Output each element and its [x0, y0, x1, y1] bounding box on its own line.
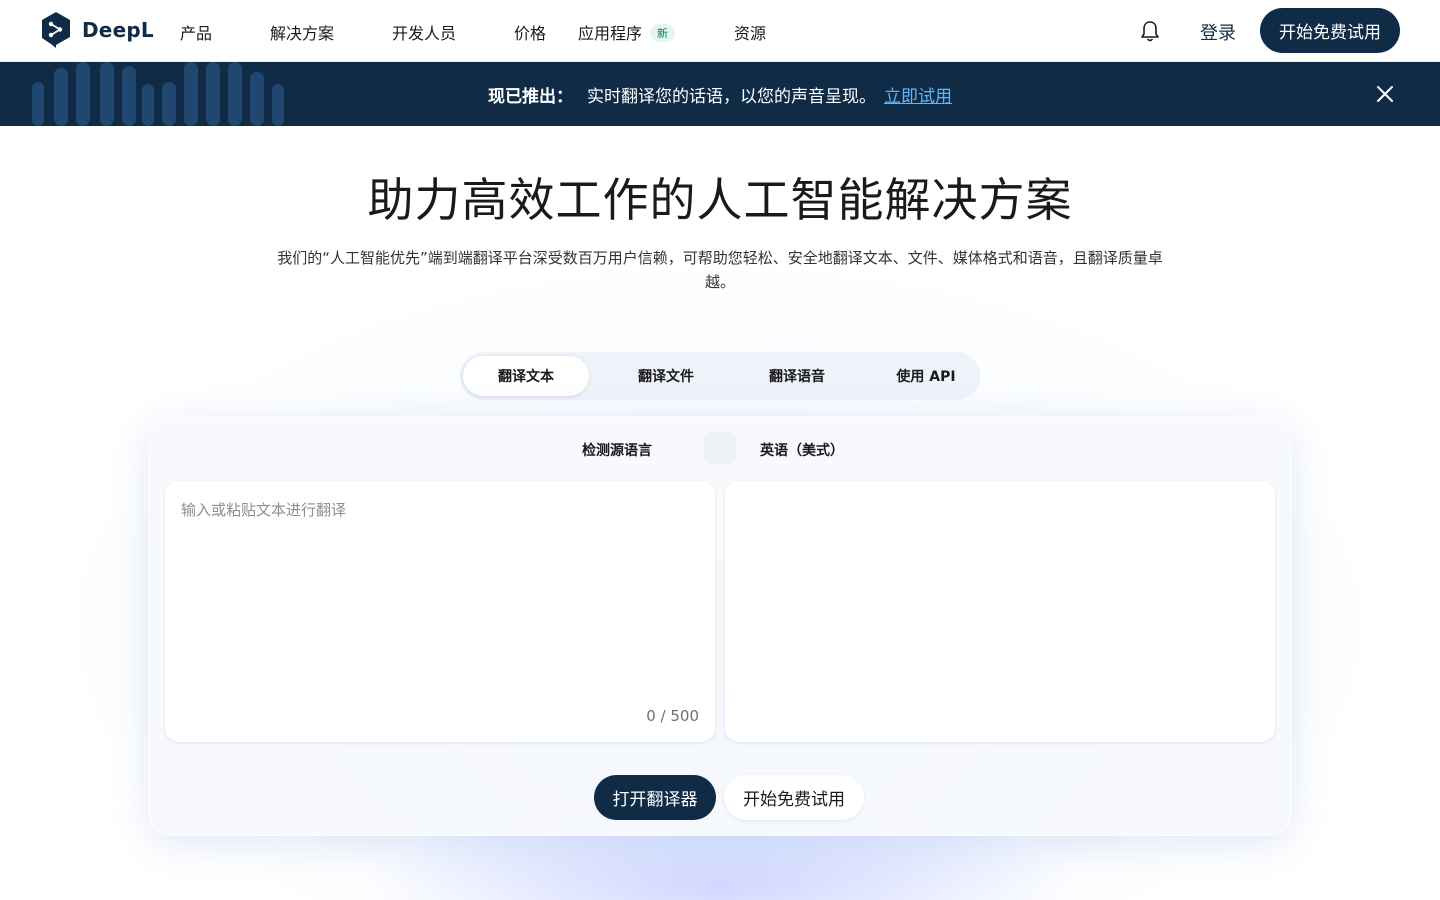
tab-translate-text[interactable]: 翻译文本: [463, 356, 589, 396]
swap-languages-button[interactable]: [704, 432, 736, 464]
nav-item-apps[interactable]: 应用程序新: [578, 20, 676, 44]
top-navbar: DeepL 产品 解决方案 开发人员 价格 应用程序新 资源 登录 开始免费试用: [0, 0, 1440, 62]
tab-use-api[interactable]: 使用 API: [863, 356, 989, 396]
new-badge: 新: [650, 24, 676, 42]
announcement-banner: 现已推出： 实时翻译您的话语，以您的声音呈现。 立即试用: [0, 62, 1440, 126]
bell-icon[interactable]: [1139, 19, 1161, 43]
close-icon[interactable]: [1375, 84, 1395, 104]
banner-strong: 现已推出：: [488, 87, 573, 107]
logo[interactable]: DeepL: [40, 11, 154, 49]
mode-tabs: 翻译文本 翻译文件 翻译语音 使用 API: [460, 352, 980, 400]
brand-name: DeepL: [82, 18, 154, 42]
tab-translate-files[interactable]: 翻译文件: [603, 356, 729, 396]
character-counter: 0 / 500: [646, 707, 699, 725]
source-text-panel: 0 / 500: [165, 481, 715, 742]
nav-item-developers[interactable]: 开发人员: [392, 20, 456, 44]
page-subtitle: 我们的“人工智能优先”端到端翻译平台深受数百万用户信赖，可帮助您轻松、安全地翻译…: [277, 249, 1163, 291]
page-title: 助力高效工作的人工智能解决方案: [367, 173, 1073, 227]
start-trial-secondary-button[interactable]: 开始免费试用: [724, 775, 864, 820]
nav-item-pricing[interactable]: 价格: [514, 20, 546, 44]
banner-message: 现已推出： 实时翻译您的话语，以您的声音呈现。 立即试用: [0, 82, 1440, 107]
open-translator-button[interactable]: 打开翻译器: [594, 775, 716, 820]
deepl-logo-icon: [42, 12, 70, 48]
nav-item-apps-label: 应用程序: [578, 24, 643, 43]
source-text-input[interactable]: [181, 499, 699, 699]
nav-item-solutions[interactable]: 解决方案: [270, 20, 334, 44]
target-text-panel: [725, 481, 1275, 742]
login-link[interactable]: 登录: [1200, 19, 1236, 45]
target-language-selector[interactable]: 英语（美式）: [760, 440, 844, 460]
nav-item-resources[interactable]: 资源: [734, 20, 766, 44]
banner-text: 实时翻译您的话语，以您的声音呈现。: [587, 87, 876, 107]
tab-translate-speech[interactable]: 翻译语音: [734, 356, 860, 396]
nav-item-products[interactable]: 产品: [180, 20, 212, 44]
source-language-selector[interactable]: 检测源语言: [582, 440, 652, 460]
start-free-trial-button[interactable]: 开始免费试用: [1260, 8, 1400, 53]
try-now-link[interactable]: 立即试用: [884, 87, 952, 107]
